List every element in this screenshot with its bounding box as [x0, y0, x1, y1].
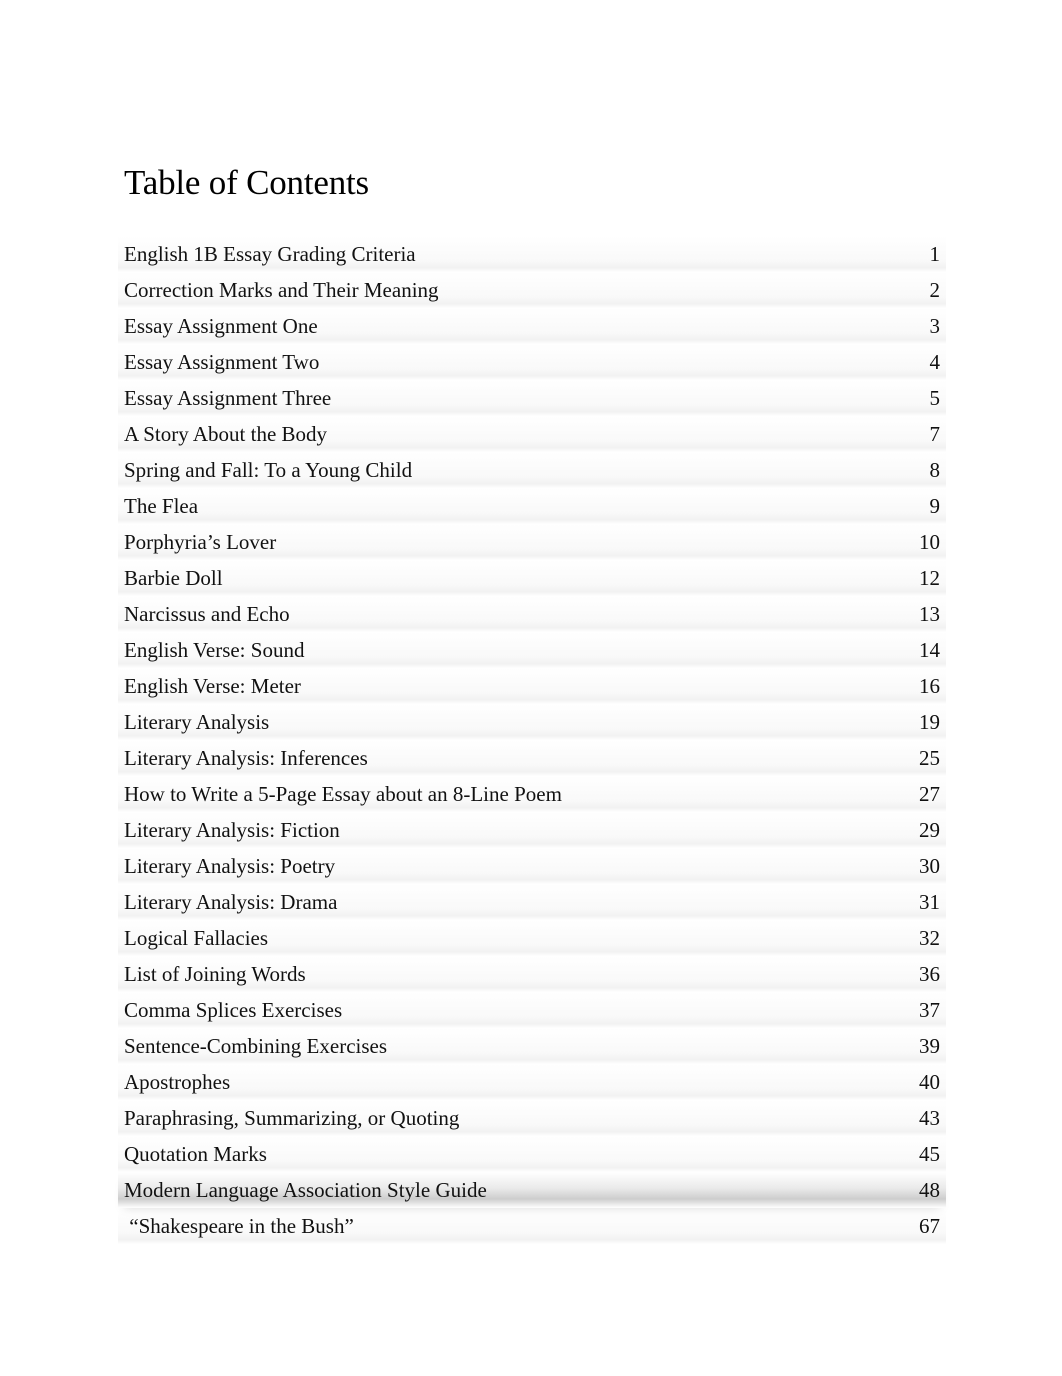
toc-entry-page-number: 40 [919, 1070, 940, 1094]
toc-entry-title[interactable]: Logical Fallacies [124, 920, 268, 956]
toc-entry-page-number: 25 [919, 746, 940, 770]
toc-entry-title[interactable]: Quotation Marks [124, 1136, 267, 1172]
toc-list: English 1B Essay Grading Criteria 1 Correc… [118, 236, 946, 1244]
toc-entry[interactable]: Essay Assignment Two 4 [118, 344, 946, 380]
toc-entry[interactable]: List of Joining Words 36 [118, 956, 946, 992]
toc-entry-page-number: 39 [919, 1034, 940, 1058]
toc-entry[interactable]: Literary Analysis: Poetry 30 [118, 848, 946, 884]
toc-entry[interactable]: Essay Assignment Three 5 [118, 380, 946, 416]
toc-entry[interactable]: Spring and Fall: To a Young Child 8 [118, 452, 946, 488]
toc-entry-title[interactable]: Correction Marks and Their Meaning [124, 272, 439, 308]
toc-entry-page-number: 30 [919, 854, 940, 878]
toc-entry-page-number: 19 [919, 710, 940, 734]
toc-entry-title[interactable]: English Verse: Sound [124, 632, 304, 668]
toc-entry-page-number: 4 [929, 350, 941, 374]
toc-entry-title[interactable]: Literary Analysis: Poetry [124, 848, 335, 884]
toc-entry-page-number: 36 [919, 962, 940, 986]
toc-entry-title[interactable]: A Story About the Body [124, 416, 327, 452]
toc-entry[interactable]: Literary Analysis: Inferences 25 [118, 740, 946, 776]
toc-entry-page-number: 1 [929, 242, 941, 266]
toc-entry-title[interactable]: Comma Splices Exercises [124, 992, 342, 1028]
toc-entry[interactable]: Literary Analysis 19 [118, 704, 946, 740]
toc-entry-title[interactable]: Literary Analysis: Drama [124, 884, 337, 920]
toc-entry-page-number: 9 [929, 494, 941, 518]
toc-entry[interactable]: Logical Fallacies 32 [118, 920, 946, 956]
toc-entry[interactable]: Barbie Doll 12 [118, 560, 946, 596]
toc-entry-page-number: 8 [929, 458, 941, 482]
document-page: Table of Contents English 1B Essay Gradi… [0, 0, 1062, 1376]
toc-entry-title[interactable]: English 1B Essay Grading Criteria [124, 236, 416, 272]
toc-entry-title[interactable]: Porphyria’s Lover [124, 524, 276, 560]
toc-entry-page-number: 45 [919, 1142, 940, 1166]
toc-entry-title[interactable]: How to Write a 5-Page Essay about an 8-L… [124, 776, 562, 812]
toc-entry[interactable]: Modern Language Association Style Guide 4… [118, 1172, 946, 1208]
toc-entry-title[interactable]: Barbie Doll [124, 560, 223, 596]
toc-entry[interactable]: Narcissus and Echo 13 [118, 596, 946, 632]
toc-entry-title[interactable]: Essay Assignment Three [124, 380, 331, 416]
toc-entry-title[interactable]: Modern Language Association Style Guide [124, 1172, 487, 1208]
toc-entry-title[interactable]: English Verse: Meter [124, 668, 301, 704]
toc-entry-title[interactable]: Sentence-Combining Exercises [124, 1028, 387, 1064]
toc-entry-title[interactable]: Paraphrasing, Summarizing, or Quoting [124, 1100, 459, 1136]
toc-entry-title[interactable]: List of Joining Words [124, 956, 306, 992]
toc-entry-page-number: 27 [919, 782, 940, 806]
toc-entry-page-number: 31 [919, 890, 940, 914]
toc-entry-title[interactable]: Literary Analysis [124, 704, 269, 740]
toc-entry-page-number: 12 [919, 566, 940, 590]
toc-entry-page-number: 37 [919, 998, 940, 1022]
toc-entry-page-number: 67 [919, 1214, 940, 1238]
toc-entry-title[interactable]: Essay Assignment One [124, 308, 318, 344]
toc-entry-title[interactable]: Spring and Fall: To a Young Child [124, 452, 412, 488]
toc-entry-title[interactable]: The Flea [124, 488, 198, 524]
toc-entry[interactable]: A Story About the Body 7 [118, 416, 946, 452]
toc-entry-page-number: 3 [929, 314, 941, 338]
toc-entry-page-number: 5 [929, 386, 941, 410]
toc-entry-page-number: 2 [929, 278, 941, 302]
toc-entry[interactable]: Apostrophes 40 [118, 1064, 946, 1100]
toc-entry-page-number: 48 [919, 1178, 940, 1202]
toc-entry[interactable]: How to Write a 5-Page Essay about an 8-L… [118, 776, 946, 812]
toc-entry-page-number: 7 [929, 422, 941, 446]
toc-entry[interactable]: “Shakespeare in the Bush” 67 [118, 1208, 946, 1244]
toc-entry-title[interactable]: Apostrophes [124, 1064, 230, 1100]
toc-entry[interactable]: Literary Analysis: Fiction 29 [118, 812, 946, 848]
toc-entry-page-number: 13 [919, 602, 940, 626]
toc-entry[interactable]: English 1B Essay Grading Criteria 1 [118, 236, 946, 272]
toc-entry[interactable]: Comma Splices Exercises 37 [118, 992, 946, 1028]
toc-entry-page-number: 10 [919, 530, 940, 554]
toc-entry-page-number: 16 [919, 674, 940, 698]
toc-entry-title[interactable]: Narcissus and Echo [124, 596, 290, 632]
toc-entry-page-number: 14 [919, 638, 940, 662]
toc-entry[interactable]: Literary Analysis: Drama 31 [118, 884, 946, 920]
toc-entry[interactable]: Sentence-Combining Exercises 39 [118, 1028, 946, 1064]
toc-entry-page-number: 43 [919, 1106, 940, 1130]
toc-entry[interactable]: The Flea 9 [118, 488, 946, 524]
toc-entry[interactable]: Porphyria’s Lover 10 [118, 524, 946, 560]
toc-entry[interactable]: English Verse: Meter 16 [118, 668, 946, 704]
toc-entry[interactable]: Correction Marks and Their Meaning 2 [118, 272, 946, 308]
toc-entry-title[interactable]: Literary Analysis: Inferences [124, 740, 368, 776]
toc-entry[interactable]: Paraphrasing, Summarizing, or Quoting 43 [118, 1100, 946, 1136]
toc-entry-title[interactable]: Essay Assignment Two [124, 344, 319, 380]
toc-entry[interactable]: Essay Assignment One 3 [118, 308, 946, 344]
toc-entry[interactable]: English Verse: Sound 14 [118, 632, 946, 668]
page-title: Table of Contents [124, 163, 369, 202]
toc-entry-page-number: 29 [919, 818, 940, 842]
toc-entry-title[interactable]: “Shakespeare in the Bush” [124, 1208, 354, 1244]
toc-entry-page-number: 32 [919, 926, 940, 950]
toc-entry[interactable]: Quotation Marks 45 [118, 1136, 946, 1172]
toc-entry-title[interactable]: Literary Analysis: Fiction [124, 812, 340, 848]
